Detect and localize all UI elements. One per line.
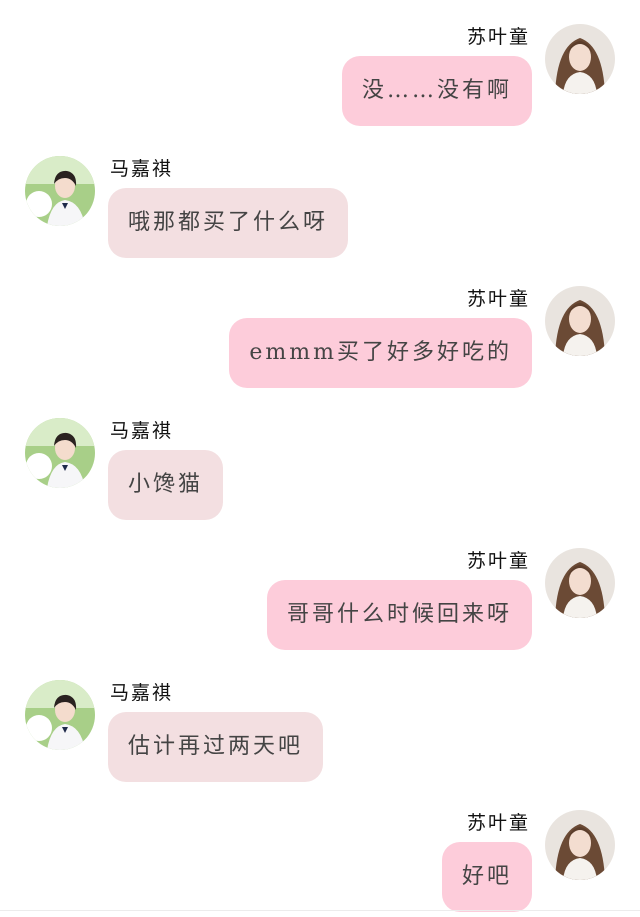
sender-name: 马嘉祺 xyxy=(110,682,174,704)
sender-name: 苏叶童 xyxy=(466,288,530,310)
sender-name: 苏叶童 xyxy=(466,812,530,834)
sender-name: 苏叶童 xyxy=(466,550,530,572)
sent-message-bubble[interactable]: 好吧 xyxy=(441,842,532,912)
boy-avatar-icon[interactable] xyxy=(25,418,95,488)
sent-message-bubble[interactable]: 没……没有啊 xyxy=(341,56,532,126)
sender-name: 苏叶童 xyxy=(466,26,530,48)
girl-avatar-icon[interactable] xyxy=(545,24,615,94)
sender-name: 马嘉祺 xyxy=(110,158,174,180)
girl-avatar-icon[interactable] xyxy=(545,286,615,356)
girl-avatar-icon[interactable] xyxy=(545,548,615,618)
bottom-divider xyxy=(0,910,640,911)
sender-name: 马嘉祺 xyxy=(110,420,174,442)
received-message-bubble[interactable]: 哦那都买了什么呀 xyxy=(108,188,349,258)
boy-avatar-icon[interactable] xyxy=(25,156,95,226)
sent-message-bubble[interactable]: emmm买了好多好吃的 xyxy=(229,318,532,388)
received-message-bubble[interactable]: 小馋猫 xyxy=(108,450,224,520)
girl-avatar-icon[interactable] xyxy=(545,810,615,880)
boy-avatar-icon[interactable] xyxy=(25,680,95,750)
sent-message-bubble[interactable]: 哥哥什么时候回来呀 xyxy=(266,580,532,650)
received-message-bubble[interactable]: 估计再过两天吧 xyxy=(108,712,324,782)
